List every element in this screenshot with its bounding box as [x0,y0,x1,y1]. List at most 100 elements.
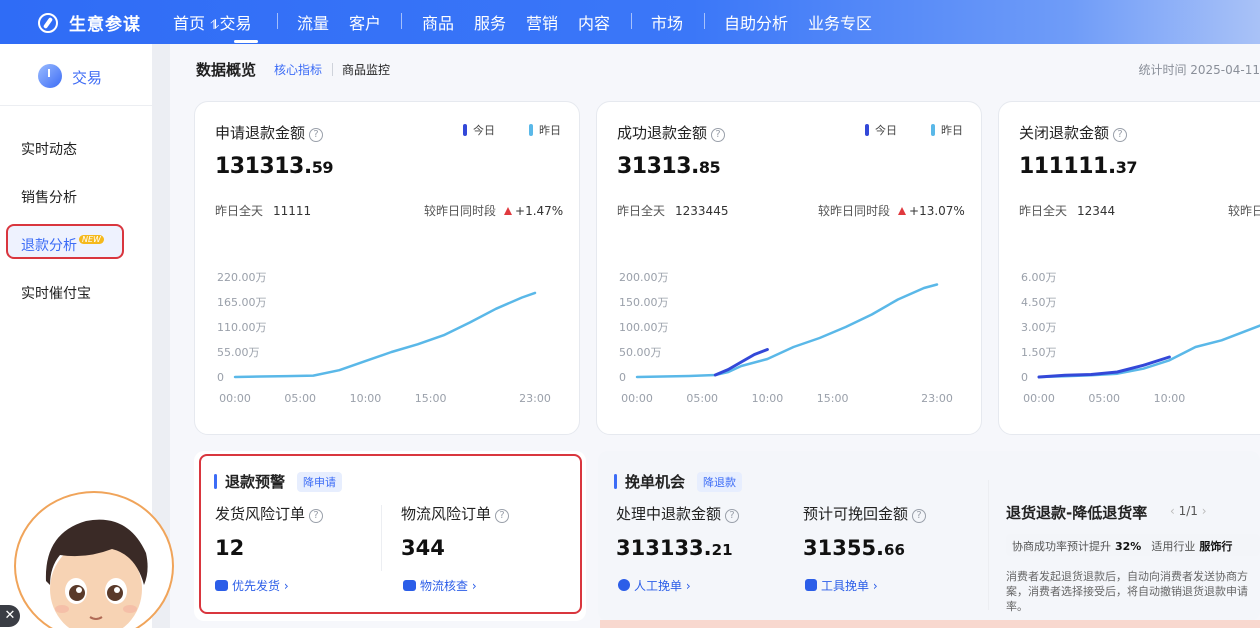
logistics-check-link[interactable]: 物流核查 › [403,577,477,594]
series-line-yesterday [233,291,537,379]
x-tick-label: 05:00 [284,392,316,405]
nav-divider [704,13,705,29]
bottom-banner-strip [600,620,1260,628]
refund-closed-card: 关闭退款金额? 111111.37 昨日全天 12344 较昨日同时段 0 1.50… [998,101,1260,435]
y-tick-label: 200.00万 [619,271,669,284]
assistant-avatar[interactable] [14,491,174,628]
yday-value: 1233445 [675,204,729,218]
x-tick-label: 10:00 [752,392,784,405]
compare-row: 较昨日同时段 +1.47% [424,202,563,219]
y-tick-label: 50.00万 [619,346,662,359]
nav-item-home[interactable]: 首页 [173,10,205,34]
nav-item-trade[interactable]: ⥮交易 [210,10,251,34]
nav-item-self-analysis[interactable]: 自助分析 [724,10,788,34]
legend-label: 昨日 [539,124,561,137]
value-dec: 85 [698,158,721,177]
sidebar-item-refund-analysis[interactable]: 退款分析 NEW [21,235,104,255]
app-logo[interactable]: 生意参谋 [38,10,141,35]
section-accent-bar [214,474,217,489]
help-icon[interactable]: ? [711,128,726,142]
cmp-label: 较昨日同时段 [424,204,497,218]
legend-today: 今日 [463,122,495,138]
clock-icon [38,64,62,88]
processing-refund-value: 313133.21 [616,536,733,560]
nav-item-content[interactable]: 内容 [578,10,610,34]
tab-core-metrics[interactable]: 核心指标 [274,61,322,78]
help-icon[interactable]: ? [1113,128,1128,142]
processing-refund-label: 处理中退款金额? [616,503,740,524]
shipping-risk-value: 12 [215,536,245,560]
y-tick-label: 55.00万 [217,346,260,359]
value-int: 31355. [803,536,885,560]
pager-text: 1/1 [1178,504,1198,518]
section-accent-bar [614,474,617,489]
panel-pager[interactable]: ‹ 1/1 › [1170,504,1207,518]
legend-today: 今日 [865,122,897,138]
metric-label-text: 预计可挽回金额 [803,505,909,523]
yday-label: 昨日全天 [215,204,264,218]
next-icon[interactable]: › [1198,504,1207,518]
up-arrow-icon [898,207,907,215]
metric-label-text: 发货风险订单 [215,505,306,523]
sidebar-item-sales-analysis[interactable]: 销售分析 [21,187,77,207]
yesterday-total: 昨日全天 12344 [1019,202,1115,219]
help-icon[interactable]: ? [725,509,740,523]
nav-item-service[interactable]: 服务 [474,10,506,34]
help-icon[interactable]: ? [495,509,510,523]
card-title: 关闭退款金额? [1019,122,1128,143]
priority-ship-link[interactable]: 优先发货 › [215,577,289,594]
shipping-risk-label: 发货风险订单? [215,503,324,524]
x-tick-label: 23:00 [519,392,551,405]
help-icon[interactable]: ? [309,128,324,142]
nav-item-customer[interactable]: 客户 [349,10,381,34]
tool-save-link[interactable]: 工具挽单 › [805,577,878,594]
panel-description: 消费者发起退货退款后，自动向消费者发送协商方案，消费者选择接受后，将自动撤销退货… [1006,570,1248,613]
nav-item-market[interactable]: 市场 [651,10,683,34]
nav-item-product[interactable]: 商品 [422,10,454,34]
help-icon[interactable]: ? [912,509,927,523]
x-tick-label: 15:00 [415,392,447,405]
y-tick-label: 0 [217,371,224,384]
nav-divider [277,13,278,29]
nav-item-business-zone[interactable]: 业务专区 [808,10,872,34]
series-line-yesterday [635,283,939,379]
help-icon[interactable]: ? [309,509,324,523]
value-dec: 21 [711,541,733,559]
x-tick-label: 00:00 [219,392,251,405]
action-label: 人工挽单 [634,579,683,593]
legend-swatch [529,124,533,136]
series-line-yesterday [1037,324,1260,379]
nav-item-marketing[interactable]: 营销 [526,10,558,34]
sidebar-item-realtime[interactable]: 实时动态 [21,139,77,159]
recoverable-amount-label: 预计可挽回金额? [803,503,927,524]
nav-item-traffic[interactable]: 流量 [297,10,329,34]
refund-success-card: 成功退款金额? 今日 昨日 31313.85 昨日全天 1233445 较昨日同时… [596,101,982,435]
prev-icon[interactable]: ‹ [1170,504,1179,518]
action-label: 优先发货 [232,579,281,593]
manual-save-link[interactable]: 人工挽单 › [618,577,691,594]
y-tick-label: 165.00万 [217,296,267,309]
refund-closed-chart: 0 1.50万 3.00万 4.50万 6.00万 00:00 05:00 10:00 [1021,271,1260,405]
nav-item-trade-label: 交易 [219,14,252,33]
app-name: 生意参谋 [69,15,141,35]
cmp-value: +1.47% [515,204,564,218]
truck-icon [215,580,228,591]
industry-value: 服饰行 [1199,540,1233,553]
x-tick-label: 10:00 [350,392,382,405]
top-nav: 生意参谋 首页 ⥮交易 流量 客户 商品 服务 营销 内容 市场 自助分析 业务… [0,0,1260,44]
y-tick-label: 150.00万 [619,296,669,309]
card-value: 31313.85 [617,154,721,179]
sidebar-item-payment-reminder[interactable]: 实时催付宝 [21,283,91,303]
panel-stats: 协商成功率预计提升 32% 适用行业 服饰行 [1006,534,1260,556]
y-tick-label: 3.00万 [1021,321,1057,334]
metric-divider [381,505,382,571]
save-order-title: 挽单机会 降退款 [614,471,743,492]
x-tick-label: 00:00 [1023,392,1055,405]
value-int: 111111. [1019,154,1116,179]
sidebar-title: 交易 [72,69,103,87]
refund-apply-card: 申请退款金额? 今日 昨日 131313.59 昨日全天 11111 较昨日同时段… [194,101,580,435]
return-panel-title: 退货退款-降低退货率 [1006,504,1148,522]
x-tick-label: 10:00 [1154,392,1186,405]
tab-product-monitor[interactable]: 商品监控 [342,61,390,78]
legend-yesterday: 昨日 [931,122,963,138]
